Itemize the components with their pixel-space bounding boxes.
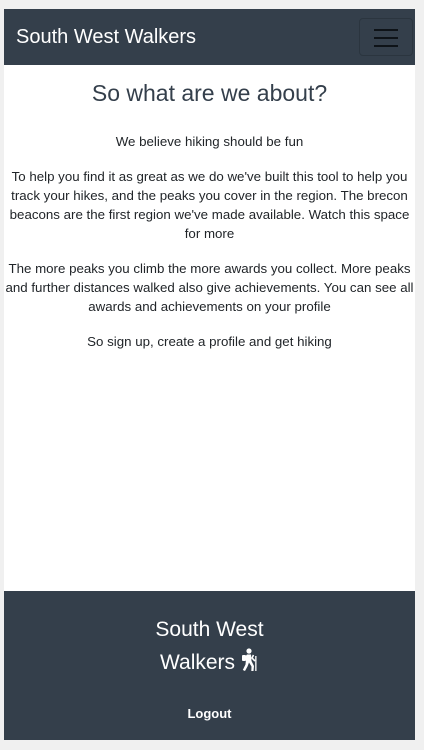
navbar-toggle-button[interactable] (359, 18, 413, 56)
about-paragraph: To help you find it as great as we do we… (9, 169, 410, 241)
footer: South West Walkers Logout (4, 591, 415, 740)
about-paragraph: The more peaks you climb the more awards… (5, 261, 414, 314)
hamburger-menu-icon (374, 29, 398, 31)
about-paragraph: So sign up, create a profile and get hik… (87, 334, 332, 349)
footer-title-line1: South West (155, 618, 264, 641)
page-title: So what are we about? (91, 80, 328, 106)
page: South West Walkers So what are we about?… (4, 9, 415, 740)
logout-link[interactable]: Logout (4, 705, 415, 723)
hamburger-menu-icon-bar (374, 45, 398, 47)
hiker-icon (239, 648, 259, 672)
about-paragraph: We believe hiking should be fun (115, 134, 304, 149)
navbar: South West Walkers (4, 9, 415, 65)
navbar-brand[interactable]: South West Walkers (16, 24, 196, 50)
footer-title: South West Walkers (4, 613, 415, 679)
footer-title-line2: Walkers (159, 651, 236, 674)
about-section: So what are we about? We believe hiking … (4, 65, 415, 351)
hamburger-menu-icon-bar (374, 37, 398, 39)
